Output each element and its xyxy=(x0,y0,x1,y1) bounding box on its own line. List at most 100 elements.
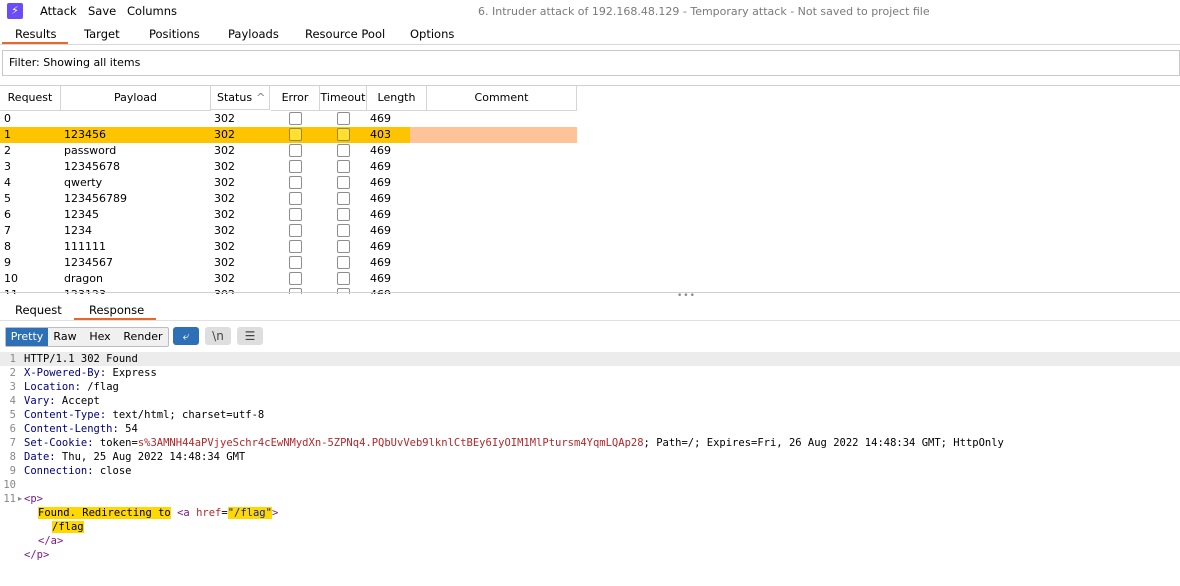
cell-status: 302 xyxy=(214,176,235,189)
col-header-payload[interactable]: Payload xyxy=(61,86,211,111)
fold-toggle-icon[interactable]: ▸ xyxy=(18,494,22,503)
error-checkbox[interactable] xyxy=(289,240,302,253)
cell-status: 302 xyxy=(214,144,235,157)
timeout-checkbox[interactable] xyxy=(337,272,350,285)
timeout-checkbox[interactable] xyxy=(337,144,350,157)
sort-ascending-icon: ^ xyxy=(256,91,266,104)
timeout-checkbox[interactable] xyxy=(337,256,350,269)
header-name: Vary: xyxy=(24,395,56,407)
col-header-status[interactable]: Status ^ xyxy=(211,86,270,110)
error-checkbox[interactable] xyxy=(289,128,302,141)
pretty-button[interactable]: Pretty xyxy=(6,328,48,346)
error-checkbox[interactable] xyxy=(289,112,302,125)
col-header-status-label: Status xyxy=(217,91,253,104)
hex-button[interactable]: Hex xyxy=(82,328,118,346)
cookie-token-value: s%3AMNH44aPVjyeSchr4cEwNMydXn-5ZPNq4.PQb… xyxy=(137,437,644,449)
timeout-checkbox[interactable] xyxy=(337,176,350,189)
a-tag-end: > xyxy=(271,507,279,519)
menu-attack[interactable]: Attack xyxy=(40,4,77,18)
code-line-p-close: </p> xyxy=(24,549,50,561)
tab-request[interactable]: Request xyxy=(15,303,62,317)
window-title: 6. Intruder attack of 192.168.48.129 - T… xyxy=(478,5,930,18)
code-line: HTTP/1.1 302 Found xyxy=(24,353,138,365)
tab-payloads[interactable]: Payloads xyxy=(228,27,279,41)
timeout-checkbox[interactable] xyxy=(337,160,350,173)
timeout-checkbox[interactable] xyxy=(337,224,350,237)
table-row[interactable]: 5 123456789 302 469 xyxy=(0,191,1180,207)
active-tab-indicator xyxy=(2,42,68,44)
error-checkbox[interactable] xyxy=(289,224,302,237)
cell-request: 0 xyxy=(4,112,11,125)
table-row[interactable]: 7 1234 302 469 xyxy=(0,223,1180,239)
table-row[interactable]: 0 302 469 xyxy=(0,111,1180,127)
cell-status: 302 xyxy=(214,272,235,285)
cell-status: 302 xyxy=(214,192,235,205)
tab-options[interactable]: Options xyxy=(410,27,454,41)
cell-length: 469 xyxy=(370,224,391,237)
table-row[interactable]: 2 password 302 469 xyxy=(0,143,1180,159)
show-newlines-icon[interactable]: \n xyxy=(205,327,231,345)
timeout-checkbox[interactable] xyxy=(337,192,350,205)
col-header-comment[interactable]: Comment xyxy=(427,86,577,111)
menu-save[interactable]: Save xyxy=(88,4,116,18)
timeout-checkbox[interactable] xyxy=(337,208,350,221)
menu-columns[interactable]: Columns xyxy=(127,4,177,18)
code-line: Location: /flag xyxy=(24,381,119,393)
tab-response[interactable]: Response xyxy=(89,303,144,317)
line-number: 11 xyxy=(3,493,16,505)
cell-length: 469 xyxy=(370,112,391,125)
error-checkbox[interactable] xyxy=(289,192,302,205)
header-name: Set-Cookie: xyxy=(24,437,94,449)
cell-status: 302 xyxy=(214,208,235,221)
code-line: X-Powered-By: Express xyxy=(24,367,157,379)
tab-positions[interactable]: Positions xyxy=(149,27,200,41)
word-wrap-icon[interactable]: ⤶ xyxy=(173,327,199,345)
cell-length: 469 xyxy=(370,240,391,253)
timeout-checkbox[interactable] xyxy=(337,240,350,253)
table-row[interactable]: 6 12345 302 469 xyxy=(0,207,1180,223)
table-row[interactable]: 10 dragon 302 469 xyxy=(0,271,1180,287)
cell-status: 302 xyxy=(214,128,235,141)
line-number: 10 xyxy=(3,479,16,491)
response-editor[interactable]: 1 HTTP/1.1 302 Found 2 X-Powered-By: Expres… xyxy=(0,352,1180,586)
hamburger-menu-icon[interactable]: ☰ xyxy=(237,327,263,345)
timeout-checkbox[interactable] xyxy=(337,112,350,125)
drag-handle-icon[interactable]: ••• xyxy=(677,292,696,301)
table-row[interactable]: 8 111111 302 469 xyxy=(0,239,1180,255)
render-button[interactable]: Render xyxy=(118,328,168,346)
col-header-length[interactable]: Length xyxy=(367,86,427,111)
cell-request: 1 xyxy=(4,128,11,141)
results-table: Request Payload Status ^ Error Timeout Le… xyxy=(0,85,1180,294)
col-header-timeout[interactable]: Timeout xyxy=(320,86,367,111)
cell-request: 2 xyxy=(4,144,11,157)
col-header-error[interactable]: Error xyxy=(271,86,320,111)
cell-payload: 12345678 xyxy=(64,160,120,173)
tab-target[interactable]: Target xyxy=(84,27,120,41)
error-checkbox[interactable] xyxy=(289,208,302,221)
code-line: Date: Thu, 25 Aug 2022 14:48:34 GMT xyxy=(24,451,245,463)
cell-payload: dragon xyxy=(64,272,103,285)
filter-bar[interactable]: Filter: Showing all items xyxy=(2,50,1180,76)
table-row[interactable]: 3 12345678 302 469 xyxy=(0,159,1180,175)
error-checkbox[interactable] xyxy=(289,272,302,285)
error-checkbox[interactable] xyxy=(289,256,302,269)
col-header-request[interactable]: Request xyxy=(0,86,61,111)
tab-results[interactable]: Results xyxy=(15,27,57,41)
timeout-checkbox[interactable] xyxy=(337,128,350,141)
tab-resource-pool[interactable]: Resource Pool xyxy=(305,27,385,41)
error-checkbox[interactable] xyxy=(289,176,302,189)
cell-status: 302 xyxy=(214,112,235,125)
error-checkbox[interactable] xyxy=(289,160,302,173)
table-row-selected[interactable]: 1 123456 302 403 xyxy=(0,127,1180,143)
table-row[interactable]: 4 qwerty 302 469 xyxy=(0,175,1180,191)
header-value: Accept xyxy=(55,395,100,407)
split-divider[interactable] xyxy=(0,292,1180,299)
code-line: Connection: close xyxy=(24,465,131,477)
error-checkbox[interactable] xyxy=(289,144,302,157)
cell-status: 302 xyxy=(214,224,235,237)
table-row[interactable]: 9 1234567 302 469 xyxy=(0,255,1180,271)
raw-button[interactable]: Raw xyxy=(48,328,82,346)
line-number: 2 xyxy=(9,367,16,379)
header-name: X-Powered-By: xyxy=(24,367,107,379)
code-line: Content-Type: text/html; charset=utf-8 xyxy=(24,409,264,421)
